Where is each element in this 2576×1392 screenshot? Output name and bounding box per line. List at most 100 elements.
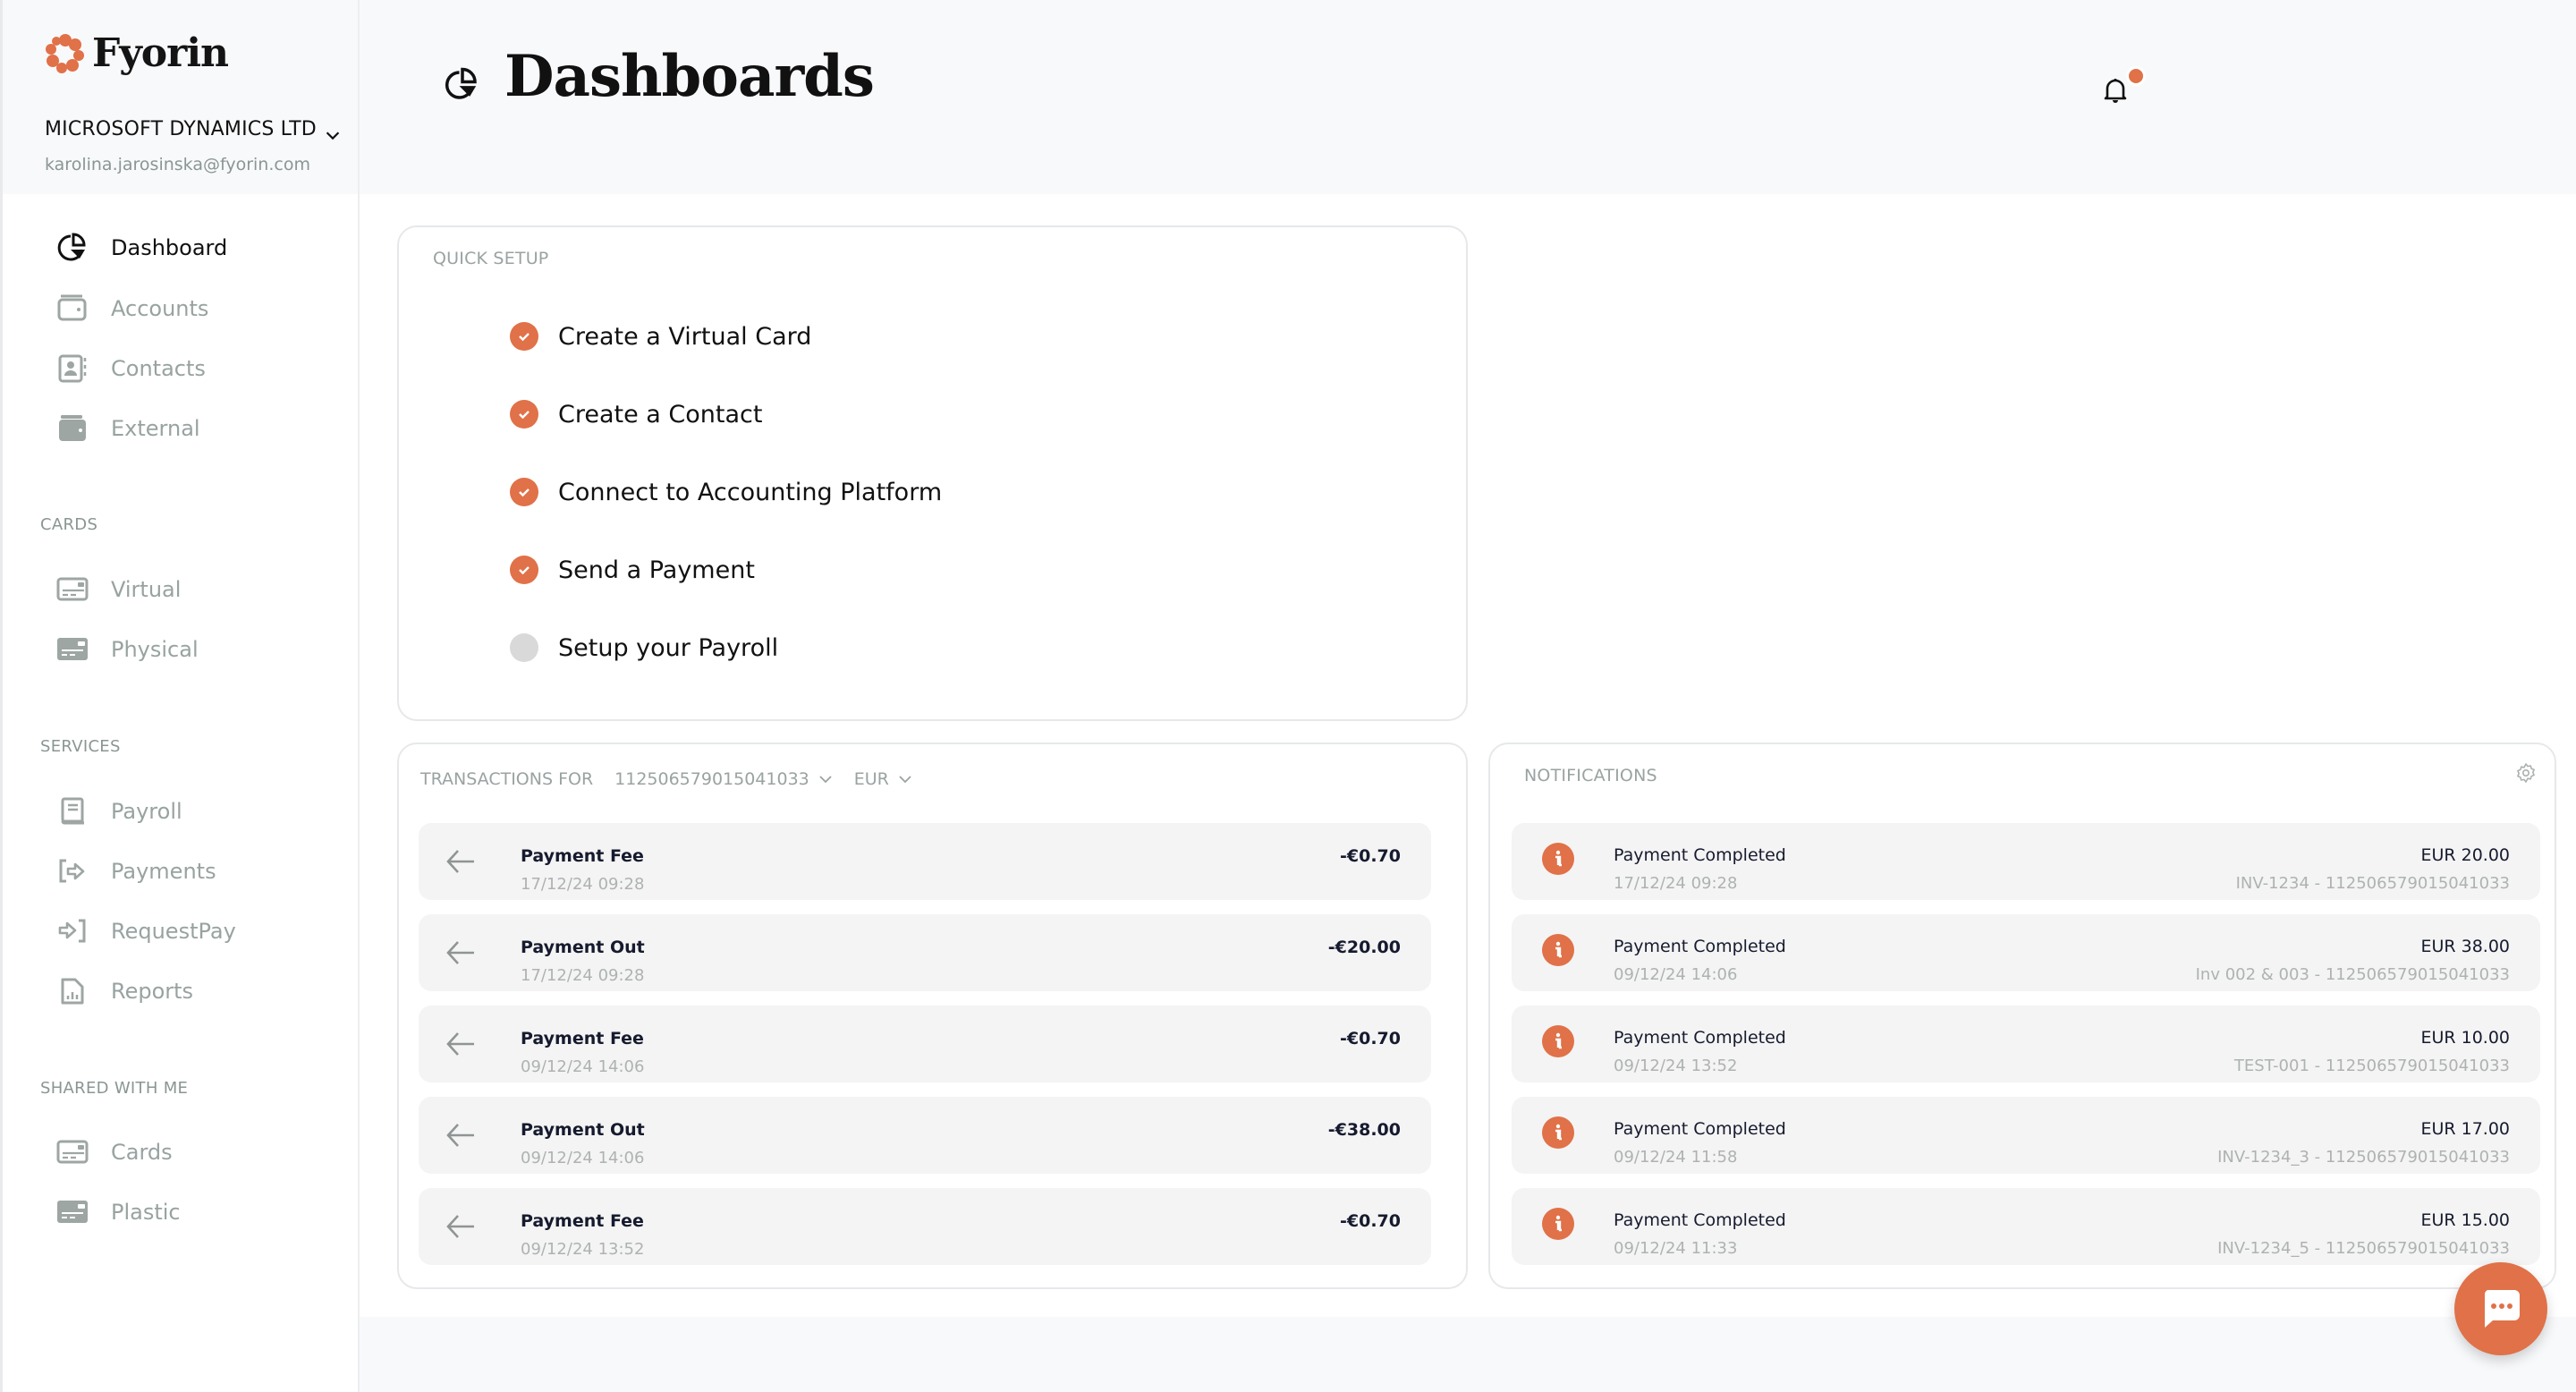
check-circle-icon	[510, 322, 538, 351]
notification-reference: Inv 002 & 003 - 112506579015041033	[2195, 965, 2510, 984]
sidebar-item-external[interactable]: External	[56, 406, 200, 451]
notification-date: 09/12/24 14:06	[1614, 965, 1738, 984]
transactions-title: TRANSACTIONS FOR	[420, 769, 594, 789]
transactions-header: TRANSACTIONS FOR 112506579015041033 EUR	[420, 769, 912, 789]
quick-setup-title: QUICK SETUP	[433, 249, 549, 268]
setup-item-payment[interactable]: Send a Payment	[510, 556, 755, 584]
setup-item-virtual-card[interactable]: Create a Virtual Card	[510, 322, 811, 351]
setup-item-label: Setup your Payroll	[558, 633, 779, 662]
company-name[interactable]: MICROSOFT DYNAMICS LTD	[45, 118, 317, 140]
wallet-filled-icon	[56, 412, 89, 445]
section-heading-cards: CARDS	[40, 515, 98, 534]
sidebar-item-requestpay[interactable]: RequestPay	[56, 909, 236, 954]
wallet-outline-icon	[56, 293, 89, 325]
section-heading-services: SERVICES	[40, 737, 121, 756]
notification-row[interactable]: Payment Completed 17/12/24 09:28 EUR 20.…	[1512, 823, 2540, 900]
info-icon	[1542, 843, 1574, 875]
quick-setup-card: QUICK SETUP Create a Virtual Card Create…	[397, 225, 1468, 721]
sidebar-item-dashboard[interactable]: Dashboard	[56, 225, 227, 270]
notification-date: 17/12/24 09:28	[1614, 874, 1738, 893]
chevron-down-icon	[819, 776, 832, 784]
sidebar-item-label: Physical	[111, 637, 199, 662]
notification-row[interactable]: Payment Completed 09/12/24 14:06 EUR 38.…	[1512, 914, 2540, 991]
bell-icon[interactable]	[2102, 77, 2129, 104]
sidebar-item-physical[interactable]: Physical	[56, 627, 199, 672]
card-filled-icon	[56, 1196, 89, 1228]
sidebar-item-shared-cards[interactable]: Cards	[56, 1130, 173, 1175]
logo[interactable]: Fyorin	[44, 30, 229, 76]
chevron-down-icon[interactable]	[323, 125, 343, 145]
notification-title: Payment Completed	[1614, 845, 1786, 865]
setup-item-label: Create a Contact	[558, 400, 763, 429]
transaction-row[interactable]: Payment Fee 09/12/24 13:52 -€0.70	[419, 1188, 1431, 1265]
transaction-title: Payment Fee	[521, 846, 644, 866]
transaction-amount: -€0.70	[1340, 1029, 1401, 1048]
payment-in-icon	[56, 915, 89, 947]
card-outline-icon	[56, 573, 89, 606]
logo-flower-icon	[46, 33, 84, 73]
pie-chart-icon	[445, 67, 477, 99]
currency-select[interactable]: EUR	[854, 769, 912, 789]
transaction-amount: -€0.70	[1340, 1211, 1401, 1231]
transaction-row[interactable]: Payment Out 09/12/24 14:06 -€38.00	[419, 1097, 1431, 1174]
setup-item-label: Create a Virtual Card	[558, 322, 812, 351]
notification-date: 09/12/24 13:52	[1614, 1057, 1738, 1075]
arrow-left-icon	[446, 941, 474, 964]
sidebar-item-label: Contacts	[111, 356, 206, 381]
app: Fyorin MICROSOFT DYNAMICS LTD karolina.j…	[0, 0, 2576, 1392]
info-icon	[1542, 1116, 1574, 1149]
sidebar-item-contacts[interactable]: Contacts	[56, 346, 206, 391]
sidebar-item-reports[interactable]: Reports	[56, 969, 193, 1014]
transaction-date: 09/12/24 14:06	[521, 1149, 645, 1167]
user-email: karolina.jarosinska@fyorin.com	[45, 155, 310, 174]
notification-row[interactable]: Payment Completed 09/12/24 11:58 EUR 17.…	[1512, 1097, 2540, 1174]
chat-button[interactable]	[2454, 1262, 2547, 1355]
sidebar-item-label: Reports	[111, 979, 194, 1004]
transaction-row[interactable]: Payment Out 17/12/24 09:28 -€20.00	[419, 914, 1431, 991]
transaction-row[interactable]: Payment Fee 17/12/24 09:28 -€0.70	[419, 823, 1431, 900]
card-filled-icon	[56, 633, 89, 666]
notification-amount: EUR 10.00	[2420, 1028, 2510, 1048]
setup-item-label: Connect to Accounting Platform	[558, 478, 943, 506]
page-title: Dashboards	[504, 43, 875, 110]
transaction-title: Payment Out	[521, 1120, 645, 1140]
chevron-down-icon	[899, 776, 911, 784]
sidebar-item-label: Payments	[111, 859, 216, 884]
gear-icon[interactable]	[2515, 762, 2537, 784]
notification-title: Payment Completed	[1614, 1028, 1786, 1048]
sidebar-item-payments[interactable]: Payments	[56, 849, 216, 894]
sidebar-item-virtual[interactable]: Virtual	[56, 567, 181, 612]
sidebar-nav: Dashboard Accounts Contacts External CAR…	[0, 194, 358, 1392]
page-header: Dashboards	[360, 0, 2576, 194]
card-outline-icon	[56, 1136, 89, 1168]
setup-item-label: Send a Payment	[558, 556, 755, 584]
sidebar-item-label: Cards	[111, 1140, 173, 1165]
payroll-book-icon	[56, 795, 89, 828]
notifications-title: NOTIFICATIONS	[1524, 766, 1657, 785]
sidebar-item-payroll[interactable]: Payroll	[56, 789, 182, 834]
arrow-left-icon	[446, 1124, 474, 1147]
transaction-amount: -€20.00	[1327, 938, 1401, 957]
info-icon	[1542, 1208, 1574, 1240]
setup-item-payroll[interactable]: Setup your Payroll	[510, 633, 778, 662]
sidebar-item-shared-plastic[interactable]: Plastic	[56, 1190, 181, 1235]
sidebar-item-label: Plastic	[111, 1200, 181, 1225]
sidebar-item-accounts[interactable]: Accounts	[56, 286, 208, 331]
transactions-card: TRANSACTIONS FOR 112506579015041033 EUR …	[397, 743, 1468, 1289]
sidebar-item-label: Payroll	[111, 799, 182, 824]
notification-row[interactable]: Payment Completed 09/12/24 11:33 EUR 15.…	[1512, 1188, 2540, 1265]
notification-title: Payment Completed	[1614, 937, 1786, 956]
contact-book-icon	[56, 352, 89, 385]
notification-reference: INV-1234_3 - 112506579015041033	[2217, 1148, 2510, 1167]
notification-title: Payment Completed	[1614, 1119, 1786, 1139]
section-heading-shared: SHARED WITH ME	[40, 1079, 189, 1098]
notification-date: 09/12/24 11:58	[1614, 1148, 1738, 1167]
notification-row[interactable]: Payment Completed 09/12/24 13:52 EUR 10.…	[1512, 1006, 2540, 1082]
setup-item-accounting[interactable]: Connect to Accounting Platform	[510, 478, 942, 506]
sidebar-item-label: Accounts	[111, 296, 209, 321]
notification-reference: TEST-001 - 112506579015041033	[2233, 1057, 2510, 1075]
setup-item-contact[interactable]: Create a Contact	[510, 400, 762, 429]
account-select[interactable]: 112506579015041033	[614, 769, 833, 789]
transaction-row[interactable]: Payment Fee 09/12/24 14:06 -€0.70	[419, 1006, 1431, 1082]
chat-bubble-icon	[2484, 1290, 2520, 1328]
